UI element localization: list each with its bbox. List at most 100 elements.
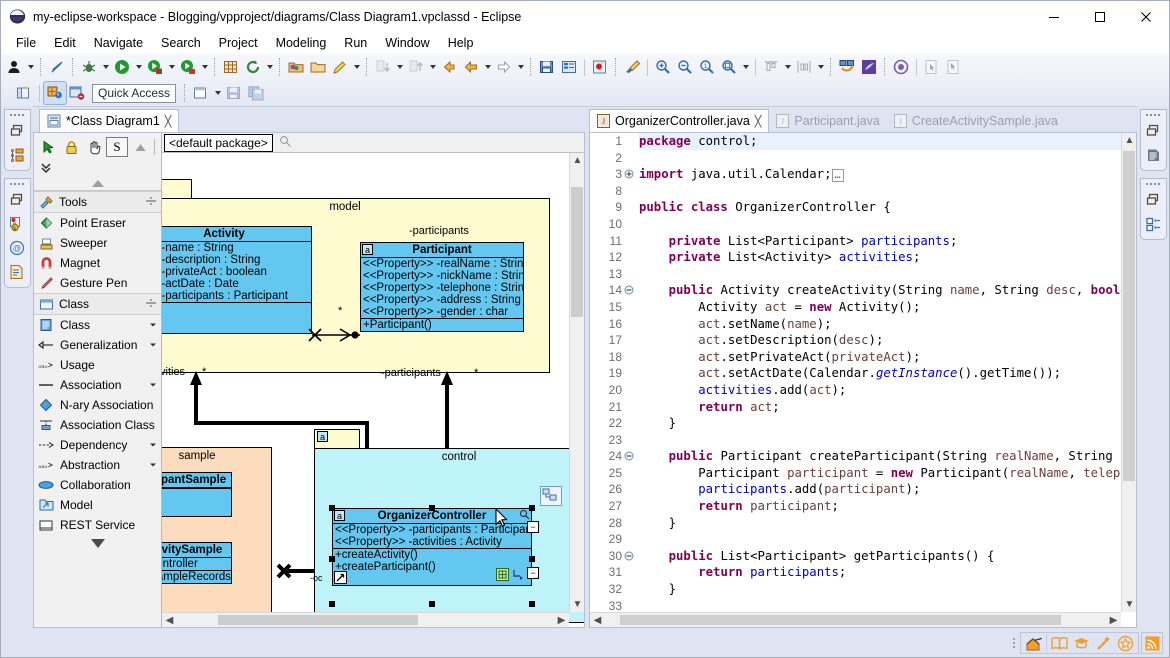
palette-item-class[interactable]: Class [34,315,161,335]
hscroll-thumb[interactable] [218,615,418,625]
distribute-dropdown-arrow[interactable] [815,56,826,78]
selection-handle[interactable] [529,601,535,607]
code-line[interactable]: Participant participant = new Participan… [639,465,1136,482]
properties-icon[interactable] [558,56,580,78]
fold-toggle[interactable] [624,282,636,299]
chevron-down-icon[interactable] [145,338,157,352]
open-folder-icon[interactable] [285,56,307,78]
code-line[interactable]: act.setActDate(Calendar.getInstance().ge… [639,365,1136,382]
run-coverage-icon[interactable] [144,56,166,78]
user-icon[interactable] [3,56,25,78]
outline-view-icon[interactable] [1142,144,1164,166]
rail-handle-dots[interactable] [1144,179,1163,188]
back-arrow-icon[interactable] [460,56,482,78]
back-history-icon[interactable] [438,56,460,78]
code-line[interactable] [639,432,1136,449]
collapse-attr-icon[interactable]: − [527,521,539,533]
code-line[interactable]: return participant; [639,498,1136,515]
community-icon[interactable] [1115,633,1135,653]
tab-close-icon[interactable]: ╳ [755,115,762,128]
chevron-down-icon[interactable] [145,378,157,392]
collapse-op-icon[interactable]: − [527,567,539,579]
new-package-icon[interactable] [220,56,242,78]
tab-createactivitysample-java[interactable]: J CreateActivitySample.java [887,109,1065,132]
chevron-down-icon[interactable] [145,318,157,332]
refresh-icon[interactable] [242,56,264,78]
restore-icon[interactable] [6,189,28,211]
next-annot-dropdown-arrow[interactable] [394,56,405,78]
resource-icon[interactable] [334,571,347,584]
chevron-down-icon[interactable] [145,438,157,452]
save-icon[interactable] [223,82,245,104]
resize-icon[interactable] [512,568,525,584]
marker-icon[interactable] [589,56,611,78]
save-all-icon[interactable] [245,82,267,104]
code-line[interactable]: act.setDescription(desc); [639,332,1136,349]
tab-organizercontroller-java[interactable]: J OrganizerController.java ╳ [589,109,769,132]
zoom-100-icon[interactable]: 1 [696,56,718,78]
code-line[interactable] [639,266,1136,283]
model-explorer-icon[interactable] [6,213,28,235]
brush-icon[interactable] [621,56,643,78]
fold-toggle[interactable] [624,548,636,565]
next-annotation-icon[interactable] [372,56,394,78]
selection-handle[interactable] [429,601,435,607]
code-line[interactable]: public Activity createActivity(String na… [639,282,1136,299]
debug-bug-icon[interactable] [78,56,100,78]
code-line[interactable]: act.setName(name); [639,316,1136,333]
rail-handle-dots[interactable] [1144,110,1163,119]
save-icon[interactable] [536,56,558,78]
menu-file[interactable]: File [7,34,45,52]
java-perspective-icon[interactable] [44,82,66,104]
selection-handle[interactable] [429,505,435,511]
align-dropdown-arrow[interactable] [782,56,793,78]
chevron-double-down-icon[interactable] [36,159,159,177]
restore-icon[interactable] [1142,120,1164,142]
scroll-down-arrow[interactable]: ▼ [570,597,584,612]
palette-item-association[interactable]: Association [34,375,161,395]
properties-view-icon[interactable] [1142,213,1164,235]
palette-item-gesture-pen[interactable]: Gesture Pen [34,273,161,293]
code-line[interactable]: participants.add(participant); [639,481,1136,498]
open-type-icon[interactable] [307,56,329,78]
status-handle-dots[interactable] [1010,635,1018,651]
palette-group-pin[interactable] [145,195,157,210]
palette-item-sweeper[interactable]: Sweeper [34,233,161,253]
package-tab-model[interactable] [162,179,192,199]
fold-toggle[interactable] [624,448,636,465]
class-activity[interactable]: Activity y>> -name : String y>> -descrip… [162,226,312,334]
zoom-out-icon[interactable] [674,56,696,78]
menu-run[interactable]: Run [335,34,376,52]
selection-handle[interactable] [329,556,335,562]
scroll-right-arrow[interactable]: ▶ [1106,613,1121,628]
code-line[interactable]: private List<Activity> activities; [639,249,1136,266]
new-wizard-icon[interactable] [190,82,212,104]
vscroll-thumb[interactable] [571,187,583,317]
code-body[interactable]: 1238910111213141516171819202122232425262… [590,133,1136,627]
class-create-activity-sample[interactable]: teActivitySample nizerController :tivity… [162,542,232,584]
run-green-icon[interactable] [111,56,133,78]
code-line[interactable] [639,183,1136,200]
palette-item-point-eraser[interactable]: Point Eraser [34,213,161,233]
code-text[interactable]: package control; import java.util.Calend… [636,133,1136,627]
palette-scroll-up[interactable] [36,177,159,190]
code-line[interactable] [639,216,1136,233]
forward-arrow-icon[interactable] [493,56,515,78]
magic-wand-icon[interactable] [1093,633,1113,653]
menu-project[interactable]: Project [210,34,267,52]
up-triangle-icon[interactable] [129,137,151,157]
debug-perspective-icon[interactable] [66,82,88,104]
code-vscroll-thumb[interactable] [1123,151,1135,481]
menu-help[interactable]: Help [439,34,483,52]
tab-class-diagram1[interactable]: *Class Diagram1 ╳ [39,109,179,132]
code-line[interactable]: return participants; [639,564,1136,581]
diagram-vscrollbar[interactable]: ▲ ▼ [569,153,584,612]
zoom-dropdown-arrow[interactable] [740,56,751,78]
breadcrumb-default-package[interactable]: <default package> [164,134,273,152]
selection-handle[interactable] [329,601,335,607]
selection-handle[interactable] [329,505,335,511]
close-button[interactable] [1123,1,1169,32]
code-line[interactable]: public Participant createParticipant(Str… [639,448,1136,465]
search-icon[interactable] [279,135,292,151]
palette-item-usage[interactable]: «u» Usage [34,355,161,375]
